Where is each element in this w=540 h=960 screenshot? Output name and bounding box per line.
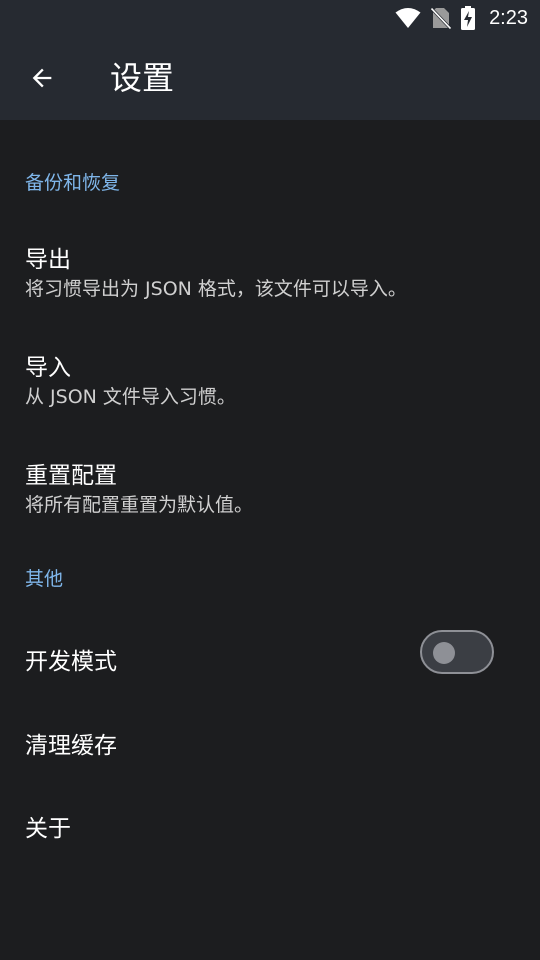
dev-mode-preference[interactable]: 开发模式 <box>0 614 540 698</box>
import-title: 导入 <box>25 355 71 381</box>
section-header-other: 其他 <box>25 568 64 590</box>
export-summary: 将习惯导出为 JSON 格式，该文件可以导入。 <box>25 278 407 300</box>
dev-mode-title: 开发模式 <box>25 649 117 675</box>
status-time: 2:23 <box>489 6 528 29</box>
export-preference[interactable]: 导出 将习惯导出为 JSON 格式，该文件可以导入。 <box>0 216 540 316</box>
about-title: 关于 <box>25 816 71 842</box>
export-title: 导出 <box>25 247 71 273</box>
import-summary: 从 JSON 文件导入习惯。 <box>25 386 236 408</box>
dev-mode-switch[interactable] <box>420 630 494 674</box>
status-bar: 2:23 <box>0 0 540 36</box>
reset-config-title: 重置配置 <box>25 463 117 489</box>
switch-thumb <box>433 642 455 664</box>
app-toolbar: 设置 <box>0 36 540 120</box>
battery-charging-icon <box>461 6 476 30</box>
section-header-backup: 备份和恢复 <box>25 172 121 194</box>
arrow-back-icon <box>32 68 52 88</box>
clear-cache-title: 清理缓存 <box>25 733 117 759</box>
status-icons: 2:23 <box>395 0 528 36</box>
wifi-icon <box>395 8 421 28</box>
no-sim-icon <box>431 7 452 29</box>
about-preference[interactable]: 关于 <box>0 784 540 866</box>
reset-config-preference[interactable]: 重置配置 将所有配置重置为默认值。 <box>0 432 540 532</box>
page-title: 设置 <box>110 59 175 97</box>
clear-cache-preference[interactable]: 清理缓存 <box>0 700 540 782</box>
import-preference[interactable]: 导入 从 JSON 文件导入习惯。 <box>0 324 540 424</box>
back-button[interactable] <box>14 50 70 106</box>
reset-config-summary: 将所有配置重置为默认值。 <box>25 494 254 516</box>
